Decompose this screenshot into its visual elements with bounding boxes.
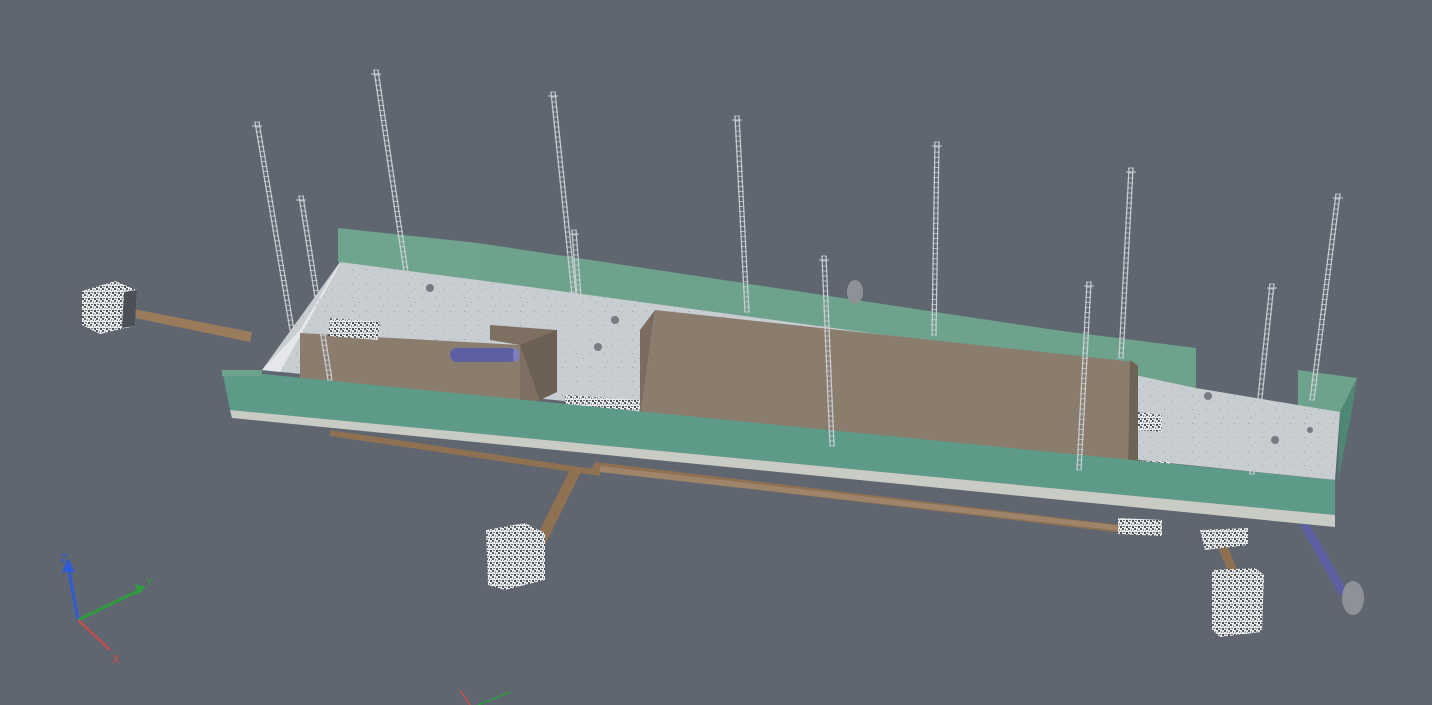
outlet-pipe bbox=[1300, 522, 1364, 615]
z-axis-label: Z bbox=[60, 552, 68, 565]
y-axis-line bbox=[77, 588, 141, 622]
scene-canvas[interactable]: X Y Z bbox=[0, 0, 1432, 705]
z-axis-line bbox=[66, 564, 80, 621]
mast-1 bbox=[252, 121, 295, 331]
y-axis-arrow bbox=[135, 584, 146, 595]
x-axis-label: X bbox=[112, 653, 120, 666]
axis-triad[interactable]: X Y Z bbox=[60, 552, 153, 666]
mast-6 bbox=[931, 141, 942, 336]
mast-8 bbox=[1118, 167, 1136, 359]
3d-viewport[interactable]: X Y Z bbox=[0, 0, 1432, 705]
x-axis-line bbox=[77, 619, 111, 651]
mast-10 bbox=[1309, 193, 1343, 401]
y-axis-label: Y bbox=[145, 576, 153, 589]
origin-marker bbox=[459, 689, 511, 705]
